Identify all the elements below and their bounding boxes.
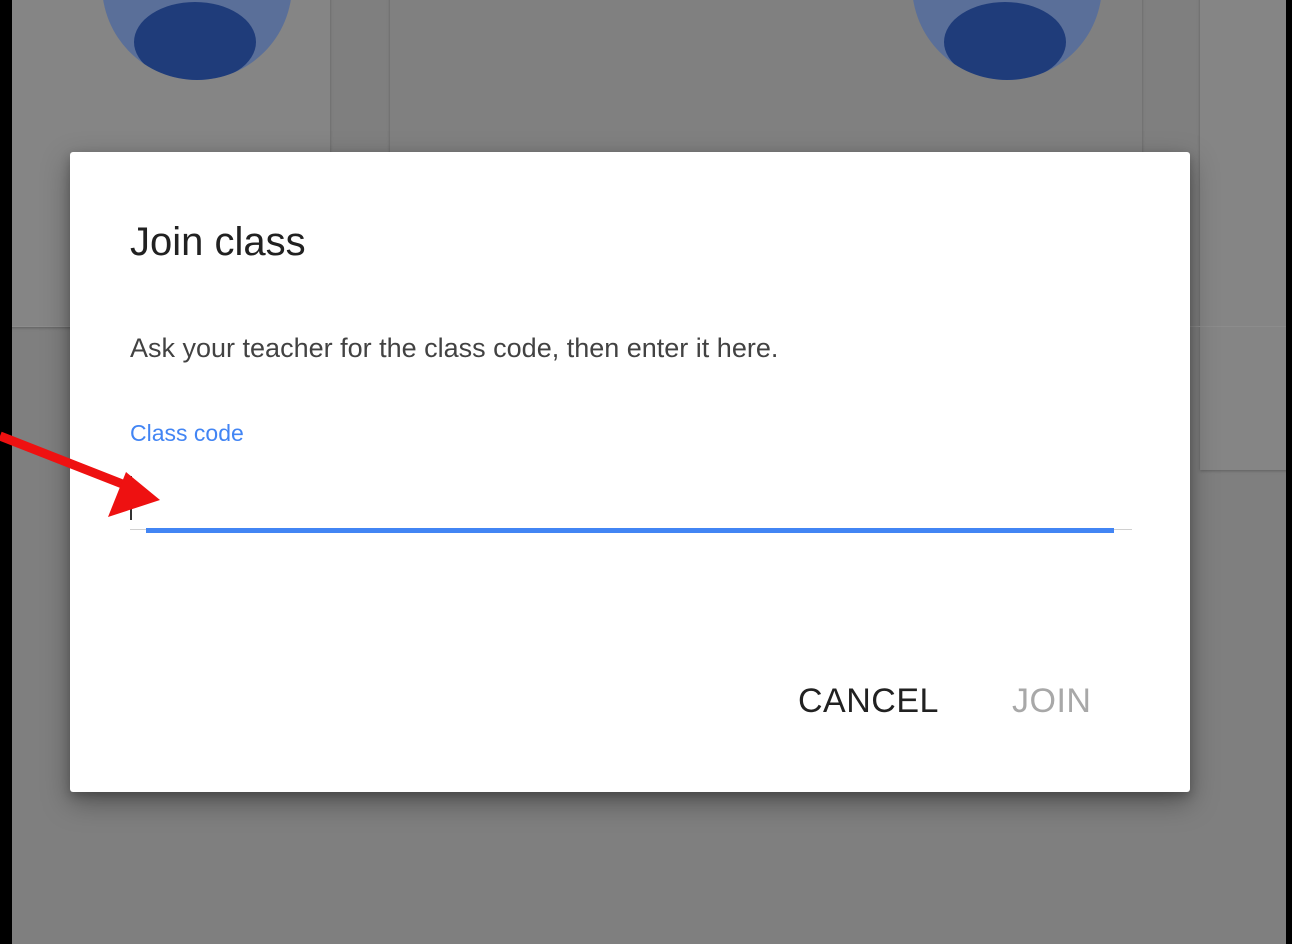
screenshot-frame: Join class Ask your teacher for the clas… xyxy=(0,0,1292,944)
join-button[interactable]: JOIN xyxy=(1012,682,1091,721)
class-code-input[interactable] xyxy=(130,468,1130,520)
text-caret xyxy=(130,476,132,520)
dialog-description: Ask your teacher for the class code, the… xyxy=(130,333,779,363)
background-class-card xyxy=(1200,0,1286,470)
input-focus-underline xyxy=(146,528,1114,533)
join-class-dialog: Join class Ask your teacher for the clas… xyxy=(70,152,1190,792)
cancel-button[interactable]: CANCEL xyxy=(798,682,939,721)
class-code-label: Class code xyxy=(130,420,244,446)
dialog-title: Join class xyxy=(130,220,306,264)
